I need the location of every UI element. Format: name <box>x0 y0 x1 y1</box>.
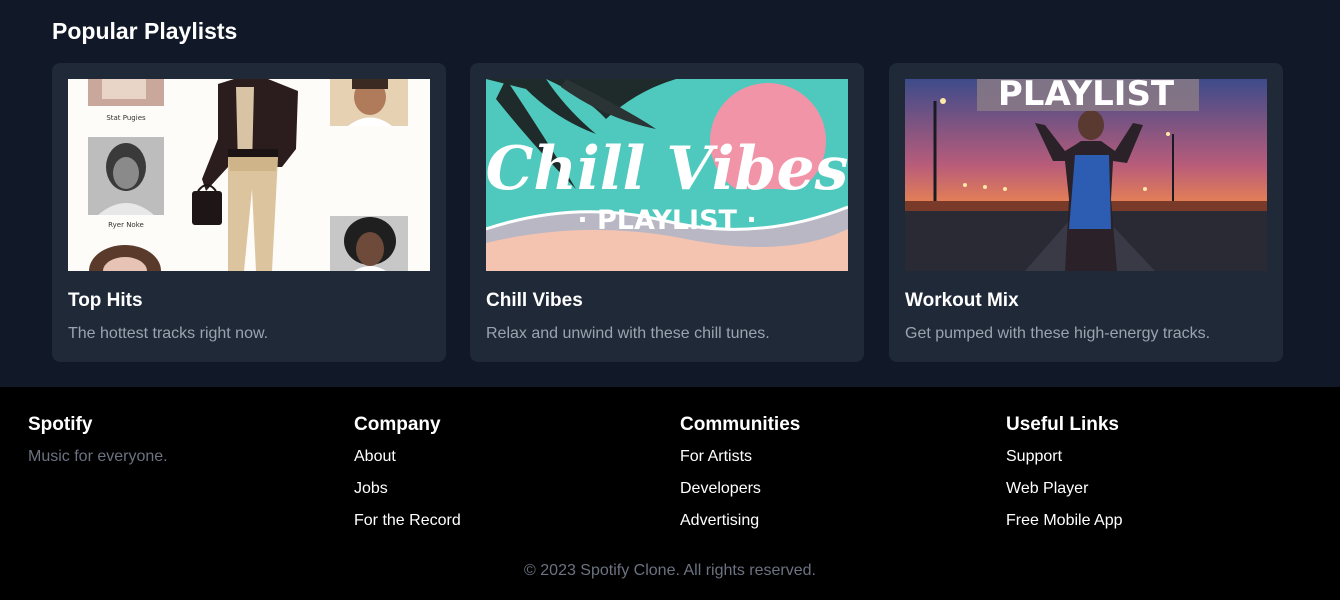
footer-column-communities: Communities For Artists Developers Adver… <box>680 413 800 543</box>
footer-column-title: Company <box>354 414 441 435</box>
footer-link-free-mobile-app[interactable]: Free Mobile App <box>1006 512 1123 529</box>
playlist-description: Get pumped with these high-energy tracks… <box>905 325 1211 342</box>
footer-link-advertising[interactable]: Advertising <box>680 512 759 529</box>
section-title: Popular Playlists <box>52 18 238 44</box>
footer-link-jobs[interactable]: Jobs <box>354 480 388 497</box>
footer-link-for-artists[interactable]: For Artists <box>680 448 752 465</box>
playlist-cover-image: PLAYLIST <box>905 79 1267 271</box>
playlist-card-chill-vibes[interactable]: Chill Vibes · PLAYLIST · Chill Vibes Rel… <box>470 63 864 362</box>
playlist-card-top-hits[interactable]: Stat Pugies Ryer Noke Top Hits The hotte… <box>52 63 446 362</box>
playlist-title[interactable]: Chill Vibes <box>486 288 583 314</box>
svg-text:Chill Vibes: Chill Vibes <box>486 134 848 204</box>
footer-link-for-the-record[interactable]: For the Record <box>354 512 461 529</box>
playlist-title[interactable]: Top Hits <box>68 288 143 314</box>
playlist-cover-image: Chill Vibes · PLAYLIST · <box>486 79 848 271</box>
footer-column-title: Communities <box>680 414 801 435</box>
footer-link-about[interactable]: About <box>354 448 396 465</box>
popular-playlists-section: Popular Playlists Stat Pugies Ryer Noke <box>0 0 1340 387</box>
playlist-description: Relax and unwind with these chill tunes. <box>486 325 770 342</box>
footer-brand-title: Spotify <box>28 414 93 435</box>
footer-column-useful-links: Useful Links Support Web Player Free Mob… <box>1006 413 1123 543</box>
copyright-text: © 2023 Spotify Clone. All rights reserve… <box>524 562 816 579</box>
playlist-title[interactable]: Workout Mix <box>905 288 1019 314</box>
svg-text:Ryer Noke: Ryer Noke <box>108 221 144 229</box>
footer-column-title: Useful Links <box>1006 414 1119 435</box>
playlist-description: The hottest tracks right now. <box>68 325 269 342</box>
playlist-cover-image: Stat Pugies Ryer Noke <box>68 79 430 271</box>
footer-link-support[interactable]: Support <box>1006 448 1062 465</box>
svg-text:PLAYLIST: PLAYLIST <box>998 79 1175 114</box>
footer-link-web-player[interactable]: Web Player <box>1006 480 1088 497</box>
footer-column-company: Company About Jobs For the Record <box>354 413 461 543</box>
site-footer: Spotify Music for everyone. Company Abou… <box>0 387 1340 600</box>
svg-text:Stat Pugies: Stat Pugies <box>106 114 146 122</box>
footer-link-developers[interactable]: Developers <box>680 480 761 497</box>
footer-brand: Spotify Music for everyone. <box>28 413 168 467</box>
svg-text:· PLAYLIST ·: · PLAYLIST · <box>577 205 756 236</box>
playlist-card-workout-mix[interactable]: PLAYLIST Workout Mix Get pumped with the… <box>889 63 1283 362</box>
footer-tagline: Music for everyone. <box>28 448 168 465</box>
